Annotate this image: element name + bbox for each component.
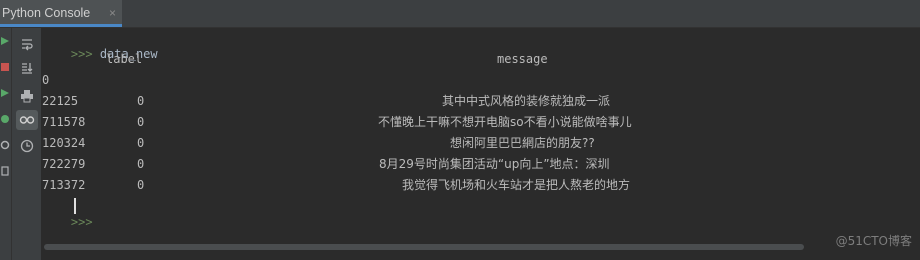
column-header-label: label: [106, 52, 143, 66]
attach-icon[interactable]: [0, 166, 10, 176]
prompt: >>>: [70, 215, 93, 229]
tab-title: Python Console: [2, 6, 91, 20]
history-button[interactable]: [16, 136, 38, 156]
row-message: 其中中式风格的装修就独成一派: [442, 94, 611, 108]
row-label: 0: [137, 94, 145, 108]
row-message: 不懂晚上干嘛不想开电脑so不看小说能做啥事儿: [378, 115, 632, 129]
row-index: 722279: [42, 157, 86, 171]
settings-icon[interactable]: [0, 140, 10, 150]
history-icon: [20, 139, 34, 153]
row-label: 0: [137, 157, 145, 171]
soft-wrap-button[interactable]: [16, 34, 38, 54]
soft-wrap-icon: [22, 39, 33, 51]
row-index: 711578: [42, 115, 86, 129]
text-caret: [74, 198, 76, 214]
print-button[interactable]: [16, 86, 38, 106]
show-variables-icon: [19, 116, 35, 124]
row-index: 713372: [42, 178, 86, 192]
active-input-line[interactable]: >>>: [42, 198, 93, 229]
rerun-icon[interactable]: [0, 88, 10, 98]
index-header: 0: [42, 73, 50, 87]
stop-icon[interactable]: [0, 62, 10, 72]
print-icon: [21, 90, 33, 103]
row-label: 0: [137, 136, 145, 150]
run-actions-strip: [0, 28, 12, 260]
row-message: 想闲阿里巴巴網店的朋友??: [450, 136, 595, 150]
console-output[interactable]: >>> data_new label message 0 22125 0 其中中…: [42, 28, 920, 260]
tab-bar: Python Console ×: [0, 0, 920, 28]
close-icon[interactable]: ×: [109, 0, 116, 26]
row-index: 22125: [42, 94, 79, 108]
scroll-to-end-icon: [22, 63, 33, 74]
row-index: 120324: [42, 136, 86, 150]
row-label: 0: [137, 178, 145, 192]
prompt: >>>: [70, 47, 93, 61]
row-message: 我觉得飞机场和火车站才是把人熬老的地方: [402, 178, 631, 192]
scroll-to-end-button[interactable]: [16, 58, 38, 78]
debug-icon[interactable]: [0, 114, 10, 124]
input-line: >>> data_new: [42, 30, 158, 61]
row-message: 8月29号时尚集团活动“up向上”地点：深圳: [379, 157, 610, 171]
run-icon[interactable]: [0, 36, 10, 46]
row-label: 0: [137, 115, 145, 129]
horizontal-scrollbar[interactable]: [44, 244, 804, 250]
show-variables-button[interactable]: [16, 110, 38, 130]
column-header-message: message: [497, 52, 548, 66]
watermark: @51CTO博客: [835, 234, 912, 248]
tab-python-console[interactable]: Python Console ×: [0, 0, 122, 27]
console-toolbar: [12, 28, 42, 260]
